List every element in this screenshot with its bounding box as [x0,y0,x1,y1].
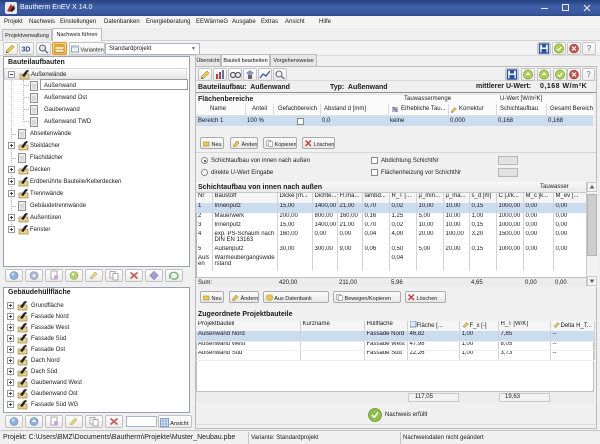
svg-text:3D: 3D [22,47,31,54]
